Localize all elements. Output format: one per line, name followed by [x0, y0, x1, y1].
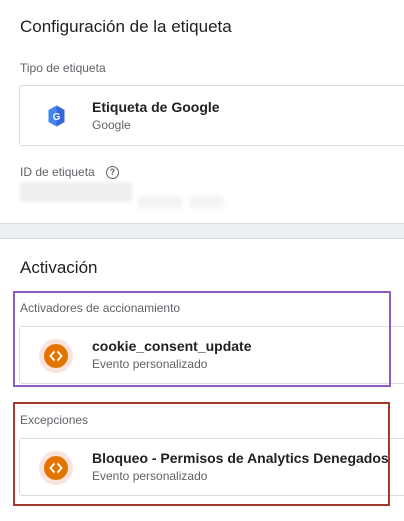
custom-event-icon: [44, 456, 68, 480]
tag-id-label: ID de etiqueta: [20, 165, 95, 179]
google-tag-icon: G: [48, 105, 65, 127]
firing-triggers-label: Activadores de accionamiento: [20, 301, 181, 315]
redacted-blur: [138, 196, 182, 208]
tag-type-label: Tipo de etiqueta: [20, 61, 106, 75]
tag-configuration-panel: Configuración de la etiqueta Tipo de eti…: [0, 0, 404, 224]
tag-type-card[interactable]: G Etiqueta de Google Google: [19, 85, 404, 146]
trigger-card[interactable]: cookie_consent_update Evento personaliza…: [19, 326, 404, 384]
exception-subtitle: Evento personalizado: [92, 469, 208, 483]
trigger-title: cookie_consent_update: [92, 338, 252, 354]
exception-card[interactable]: Bloqueo - Permisos de Analytics Denegado…: [19, 438, 404, 496]
trigger-subtitle: Evento personalizado: [92, 357, 208, 371]
tag-type-title: Etiqueta de Google: [92, 99, 220, 115]
tag-id-value-redacted: [20, 182, 132, 202]
redacted-blur: [190, 196, 224, 208]
custom-event-icon: [44, 344, 68, 368]
tag-configuration-title: Configuración de la etiqueta: [20, 17, 232, 36]
triggering-title: Activación: [20, 258, 98, 277]
svg-text:G: G: [53, 112, 61, 123]
triggering-panel: Activación Activadores de accionamiento …: [0, 238, 404, 521]
help-icon[interactable]: ?: [106, 166, 119, 179]
exceptions-label: Excepciones: [20, 413, 89, 427]
tag-type-subtitle: Google: [92, 118, 131, 132]
exception-title: Bloqueo - Permisos de Analytics Denegado…: [92, 450, 389, 466]
